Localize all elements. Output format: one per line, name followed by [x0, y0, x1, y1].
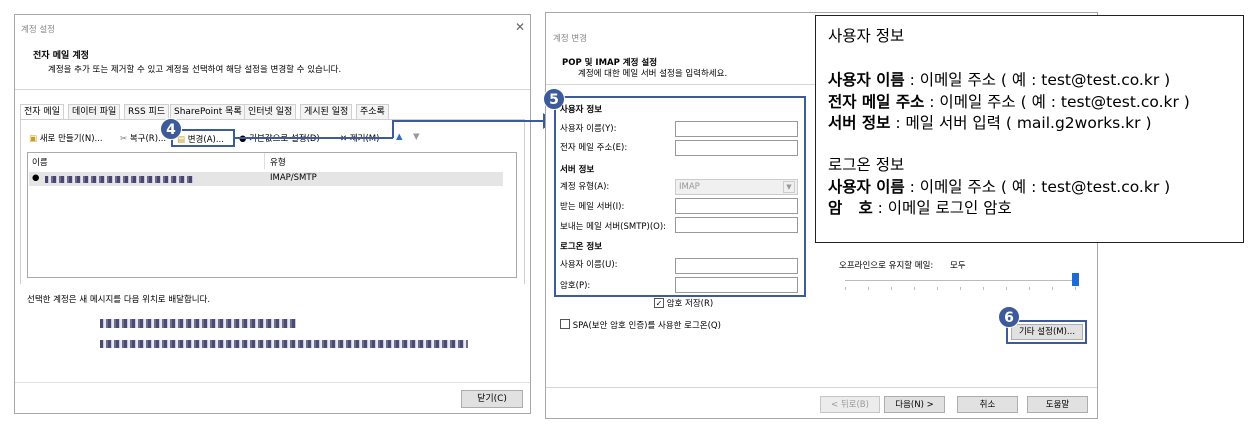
- dialog-title: 계정 설정: [21, 25, 55, 35]
- spa-checkbox[interactable]: SPA(보안 암호 인증)를 사용한 로그온(Q): [560, 319, 721, 331]
- logon-user-name-label: 사용자 이름(U):: [560, 260, 618, 270]
- repair-icon: ✂: [120, 134, 128, 144]
- account-type-cell: IMAP/SMTP: [270, 173, 317, 183]
- tab-rss[interactable]: RSS 피드: [124, 104, 170, 120]
- account-type-label: 계정 유형(A):: [560, 182, 610, 192]
- section-subheader: 계정에 대한 메일 서버 설정을 입력하세요.: [578, 69, 728, 79]
- new-account-button[interactable]: ▣ 새로 만들기(N)...: [29, 132, 103, 144]
- account-type-value: IMAP: [679, 182, 700, 192]
- incoming-server-label: 받는 메일 서버(I):: [560, 202, 625, 212]
- user-name-input[interactable]: [675, 121, 798, 137]
- more-settings-button[interactable]: 기타 설정(M)...: [1011, 324, 1083, 340]
- info-line-email: 전자 메일 주소 : 이메일 주소 ( 예 : test@test.co.kr …: [828, 93, 1190, 111]
- unchecked-checkbox-icon: [560, 319, 570, 329]
- new-account-icon: ▣: [29, 134, 38, 144]
- section-description: 계정을 추가 또는 제거할 수 있고 계정을 선택하여 해당 설정을 변경할 수…: [48, 65, 342, 75]
- column-divider: [264, 153, 265, 169]
- move-up-icon[interactable]: ▲: [396, 132, 403, 142]
- offline-mail-label: 오프라인으로 유지할 메일:: [839, 261, 934, 271]
- help-button[interactable]: 도움말: [1027, 396, 1088, 413]
- back-button[interactable]: < 뒤로(B): [820, 396, 880, 413]
- account-name-redacted: [45, 176, 195, 183]
- tab-published-calendar[interactable]: 게시된 일정: [300, 104, 353, 120]
- email-label: 전자 메일 주소(E):: [560, 143, 628, 153]
- offline-slider-thumb[interactable]: [1072, 273, 1079, 286]
- account-table: 이름 유형 ● IMAP/SMTP: [27, 152, 517, 278]
- save-password-checkbox[interactable]: ✓ 암호 저장(R): [654, 297, 713, 309]
- info-logon-title: 로그온 정보: [828, 156, 905, 174]
- check-circle-icon: ●: [239, 134, 247, 144]
- info-line-server: 서버 정보 : 메일 서버 입력 ( mail.g2works.kr ): [828, 114, 1152, 132]
- logon-info-section-title: 로그온 정보: [560, 242, 603, 252]
- cancel-button[interactable]: 취소: [957, 396, 1018, 413]
- server-info-section-title: 서버 정보: [560, 165, 595, 175]
- tab-sharepoint[interactable]: SharePoint 목록: [170, 104, 246, 120]
- offline-slider-track[interactable]: [845, 280, 1077, 281]
- repair-button[interactable]: ✂ 복구(R)...: [120, 132, 166, 144]
- connector-line-h1: [235, 137, 393, 139]
- password-label: 암호(P):: [560, 281, 591, 291]
- remove-x-icon: ✕: [340, 134, 348, 144]
- section-header: 전자 메일 계정: [33, 51, 89, 61]
- checked-checkbox-icon: ✓: [654, 298, 664, 308]
- offline-slider-ticks: [845, 287, 1077, 290]
- move-down-icon[interactable]: ▼: [413, 132, 420, 142]
- info-line-logon-user: 사용자 이름 : 이메일 주소 ( 예 : test@test.co.kr ): [828, 178, 1171, 196]
- user-name-label: 사용자 이름(Y):: [560, 124, 617, 134]
- outgoing-server-label: 보내는 메일 서버(SMTP)(O):: [560, 222, 667, 232]
- email-input[interactable]: [675, 140, 798, 156]
- column-header-name: 이름: [32, 158, 48, 168]
- info-line-user-name: 사용자 이름 : 이메일 주소 ( 예 : test@test.co.kr ): [828, 71, 1171, 89]
- tab-data-files[interactable]: 데이터 파일: [68, 104, 121, 120]
- footer-divider: [546, 387, 1097, 388]
- connector-line-h2: [392, 120, 545, 122]
- tab-internet-calendar[interactable]: 인터넷 일정: [244, 104, 297, 120]
- tab-email[interactable]: 전자 메일: [20, 104, 64, 120]
- table-row[interactable]: ● IMAP/SMTP: [29, 172, 503, 186]
- outgoing-server-input[interactable]: [675, 217, 798, 233]
- delivery-location-redacted-2: [100, 340, 468, 348]
- connector-line-v: [392, 121, 394, 138]
- step-badge-6: 6: [998, 306, 1020, 328]
- logon-user-name-input[interactable]: [675, 258, 798, 274]
- next-button[interactable]: 다음(N) >: [884, 396, 945, 413]
- tab-address-book[interactable]: 주소록: [356, 104, 389, 120]
- column-header-type: 유형: [270, 158, 286, 168]
- password-input[interactable]: [675, 277, 798, 293]
- close-button[interactable]: 닫기(C): [461, 390, 523, 408]
- delivery-location-redacted-1: [100, 319, 296, 328]
- chevron-down-icon: ▼: [783, 181, 795, 193]
- header-divider: [15, 89, 530, 90]
- dialog-title: 계정 변경: [553, 34, 587, 44]
- offline-mail-value: 모두: [950, 261, 966, 271]
- info-title: 사용자 정보: [828, 27, 905, 45]
- info-line-password: 암 호 : 이메일 로그인 암호: [828, 199, 1012, 217]
- default-check-icon: ●: [32, 173, 40, 183]
- delivery-label: 선택한 계정은 새 메시지를 다음 위치로 배달합니다.: [27, 295, 211, 305]
- user-info-section-title: 사용자 정보: [560, 105, 603, 115]
- account-type-select: IMAP ▼: [675, 179, 798, 195]
- close-icon[interactable]: ✕: [515, 20, 525, 34]
- footer-divider: [15, 382, 530, 383]
- incoming-server-input[interactable]: [675, 198, 798, 214]
- step-badge-4: 4: [160, 118, 182, 140]
